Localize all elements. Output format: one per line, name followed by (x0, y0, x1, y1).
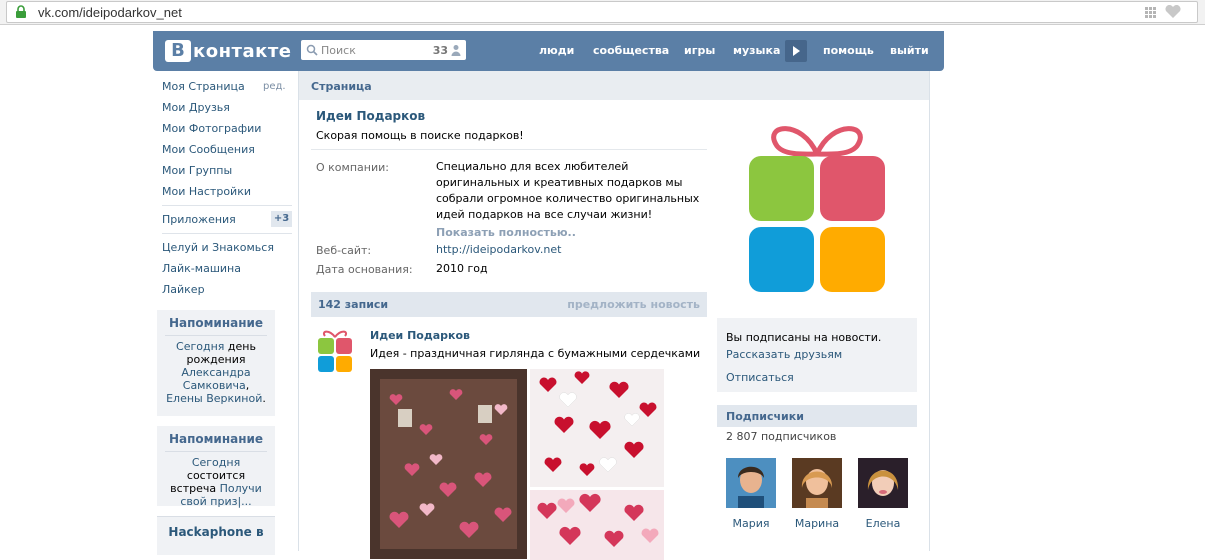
menu-my-messages[interactable]: Мои Сообщения (162, 143, 255, 156)
promo-title[interactable]: Hackaphone в (157, 516, 275, 555)
avatar (858, 458, 908, 508)
bookmark-icons[interactable] (1145, 5, 1185, 19)
reminder-text-part: , (245, 379, 250, 392)
menu-my-settings[interactable]: Мои Настройки (162, 185, 251, 198)
reminder-text: Сегодня состоится встреча Получи свой пр… (157, 456, 275, 516)
page-section-title: Страница (311, 80, 372, 93)
follower-name: Елена (865, 517, 901, 530)
nav-music[interactable]: музыка (733, 44, 780, 57)
menu-app-like-machine[interactable]: Лайк-машина (162, 262, 241, 275)
unsubscribe-link[interactable]: Отписаться (726, 371, 794, 384)
browser-toolbar: vk.com/ideipodarkov_net (0, 0, 1205, 25)
address-bar[interactable]: vk.com/ideipodarkov_net (6, 1, 1198, 23)
reminder-person-link[interactable]: Александра Самковича (181, 366, 250, 392)
suggest-news-link[interactable]: предложить новость (567, 298, 700, 311)
post-photo[interactable] (370, 369, 527, 559)
show-more-link[interactable]: Показать полностью.. (436, 226, 576, 239)
group-logo-image (749, 126, 885, 292)
menu-app-liker[interactable]: Лайкер (162, 283, 205, 296)
reminder-text: Сегодня день рождения Александра Самкови… (157, 340, 275, 413)
edit-link[interactable]: ред. (263, 81, 286, 92)
post-photo[interactable] (530, 369, 664, 487)
logo-text: контакте (193, 40, 292, 62)
logo-letter: В (165, 40, 191, 62)
reminder-person-link[interactable]: Елены Веркиной (166, 392, 262, 405)
reminder-box: Напоминание Сегодня состоится встреча По… (157, 426, 275, 508)
about-label: О компании: (316, 161, 389, 174)
website-label: Веб-сайт: (316, 244, 372, 257)
post-photo[interactable] (530, 490, 664, 560)
group-name: Идеи Подарков (316, 109, 426, 123)
subscription-status: Вы подписаны на новости. (726, 331, 882, 344)
nav-logout[interactable]: выйти (890, 44, 929, 57)
menu-my-page[interactable]: Моя Страница (162, 80, 245, 93)
search-input[interactable]: Поиск 33 (301, 40, 466, 60)
hearts-pile-photo-image (530, 490, 664, 560)
menu-my-friends[interactable]: Мои Друзья (162, 101, 230, 114)
follower-item[interactable]: Мария (724, 458, 778, 530)
post-text: Идея - праздничная гирлянда с бумажными … (370, 347, 701, 360)
wall-post-count[interactable]: 142 записи (318, 298, 388, 311)
post-author[interactable]: Идеи Подарков (370, 329, 470, 342)
group-avatar[interactable] (317, 329, 353, 373)
subscription-box: Вы подписаны на новости. Рассказать друз… (717, 318, 917, 392)
lock-icon (16, 5, 26, 18)
follower-item[interactable]: Елена (856, 458, 910, 530)
follower-name: Марина (794, 517, 840, 530)
garland-photo-image (370, 369, 527, 559)
founded-label: Дата основания: (316, 263, 413, 276)
website-link[interactable]: http://ideipodarkov.net (436, 242, 706, 258)
followers-title: Подписчики (726, 410, 804, 423)
wall-header: 142 записи предложить новость (311, 292, 707, 317)
group-status: Скорая помощь в поиске подарков! (316, 129, 524, 142)
hearts-photo-image (530, 369, 664, 487)
menu-my-photos[interactable]: Мои Фотографии (162, 122, 261, 135)
follower-item[interactable]: Марина (790, 458, 844, 530)
menu-divider (162, 233, 292, 234)
info-divider (311, 149, 707, 150)
url-text: vk.com/ideipodarkov_net (38, 5, 182, 20)
menu-divider (162, 205, 292, 206)
page-header: Страница (299, 71, 929, 100)
search-placeholder: Поиск (321, 44, 356, 57)
search-count: 33 (432, 44, 448, 57)
avatar (792, 458, 842, 508)
play-button[interactable] (785, 40, 807, 62)
reminder-today-link[interactable]: Сегодня (192, 456, 240, 469)
tell-friends-link[interactable]: Рассказать друзьям (726, 348, 842, 361)
menu-apps[interactable]: Приложения (162, 213, 236, 226)
reminder-title: Напоминание (165, 316, 267, 336)
search-icon (306, 44, 318, 56)
followers-count: 2 807 подписчиков (726, 430, 837, 443)
avatar (726, 458, 776, 508)
founded-value: 2010 год (436, 262, 488, 275)
nav-help[interactable]: помощь (823, 44, 874, 57)
nav-people[interactable]: люди (539, 44, 574, 57)
followers-header[interactable]: Подписчики (717, 405, 917, 427)
vk-logo[interactable]: В контакте (165, 39, 291, 63)
nav-communities[interactable]: сообщества (593, 44, 669, 57)
apps-badge[interactable]: +3 (271, 211, 292, 227)
reminder-today-link[interactable]: Сегодня (176, 340, 224, 353)
follower-name: Мария (732, 517, 770, 530)
site-header: В контакте Поиск 33 люди сообщества игры… (153, 31, 944, 71)
menu-app-kiss[interactable]: Целуй и Знакомься (162, 241, 274, 254)
menu-my-groups[interactable]: Мои Группы (162, 164, 232, 177)
nav-games[interactable]: игры (684, 44, 715, 57)
reminder-box: Напоминание Сегодня день рождения Алекса… (157, 310, 275, 416)
reminder-title: Напоминание (165, 432, 267, 452)
reminder-text-part: . (262, 392, 266, 405)
about-text: Специально для всех любителей оригинальн… (436, 160, 700, 221)
play-icon (793, 46, 800, 56)
person-icon (451, 45, 461, 56)
